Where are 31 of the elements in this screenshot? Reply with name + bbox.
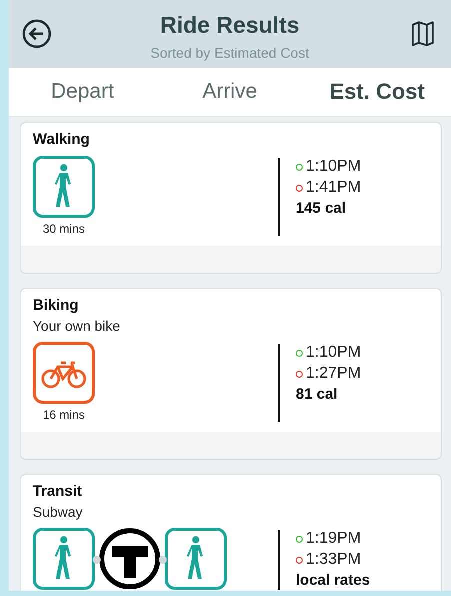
result-card[interactable]: Biking Your own bike 16 mins 1:10PM 1:27PM 81 cal: [20, 288, 442, 460]
result-card[interactable]: Walking 30 mins 1:10PM 1:41PM 145 cal: [20, 122, 442, 274]
mode-title: Biking: [33, 297, 80, 314]
cost-text: 145 cal: [296, 200, 348, 217]
mode-subtitle: Subway: [33, 504, 84, 520]
time-text: 1:10PM: [306, 344, 362, 362]
cost-text: local rates: [296, 572, 370, 589]
leg-duration: 16 mins: [42, 408, 86, 422]
cost-text: 81 cal: [296, 386, 339, 403]
mode-title: Transit: [33, 483, 84, 500]
sort-tab[interactable]: Arrive: [156, 68, 304, 116]
time-text: 1:33PM: [306, 551, 362, 569]
back-icon[interactable]: [22, 19, 52, 49]
mode-title: Walking: [33, 131, 91, 148]
time-text: 1:41PM: [306, 179, 362, 197]
leg-duration: 30 mins: [42, 222, 86, 236]
screen-title: Ride Results: [160, 12, 300, 38]
sort-tab[interactable]: Depart: [9, 68, 156, 116]
bicycle-icon: [33, 342, 95, 404]
time-text: 1:27PM: [306, 365, 362, 383]
walking-person-icon: [165, 528, 227, 590]
mode-subtitle: Your own bike: [33, 318, 122, 334]
result-card[interactable]: Transit Subway 1:19PM 1:33PM local rates: [20, 474, 442, 591]
subway-t-icon: [99, 528, 161, 590]
time-text: 1:19PM: [306, 530, 362, 548]
sort-subtitle: Sorted by Estimated Cost: [150, 44, 310, 60]
time-text: 1:10PM: [306, 158, 362, 176]
walking-person-icon: [33, 528, 95, 590]
map-icon[interactable]: [411, 21, 435, 47]
walking-person-icon: [33, 156, 95, 218]
sort-tab[interactable]: Est. Cost: [304, 68, 451, 116]
